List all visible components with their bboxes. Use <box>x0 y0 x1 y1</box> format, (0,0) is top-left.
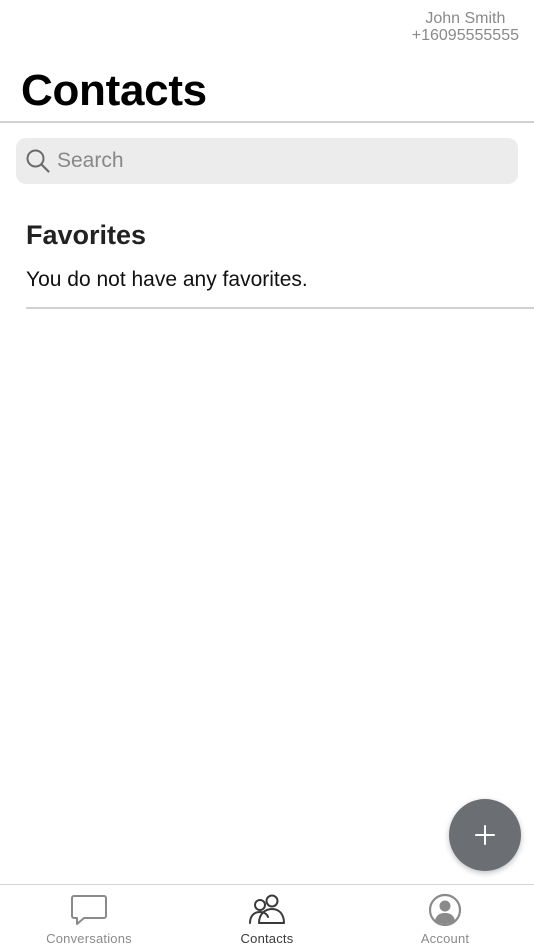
tab-account[interactable]: Account <box>356 885 534 950</box>
tab-account-label: Account <box>420 931 470 946</box>
tab-contacts-label: Contacts <box>240 931 294 946</box>
contacts-screen: John Smith +16095555555 Contacts Favorit… <box>0 0 534 950</box>
people-icon <box>249 894 285 924</box>
plus-icon <box>475 825 495 845</box>
tab-bar: Conversations Contacts Account <box>0 884 534 950</box>
search-icon <box>26 149 50 173</box>
account-info: John Smith +16095555555 <box>412 10 519 44</box>
title-divider <box>0 121 534 123</box>
chat-bubble-icon <box>71 895 107 925</box>
search-input[interactable] <box>57 149 497 173</box>
account-phone: +16095555555 <box>411 27 519 44</box>
favorites-title: Favorites <box>26 220 147 250</box>
user-circle-icon <box>428 893 462 927</box>
page-title: Contacts <box>21 66 207 115</box>
account-name: John Smith <box>425 10 506 27</box>
favorites-divider <box>26 307 534 309</box>
favorites-empty-message: You do not have any favorites. <box>26 268 308 291</box>
tab-contacts[interactable]: Contacts <box>178 885 356 950</box>
tab-conversations[interactable]: Conversations <box>0 885 178 950</box>
search-bar[interactable] <box>16 138 518 184</box>
add-contact-button[interactable] <box>449 799 521 871</box>
tab-conversations-label: Conversations <box>46 931 132 946</box>
